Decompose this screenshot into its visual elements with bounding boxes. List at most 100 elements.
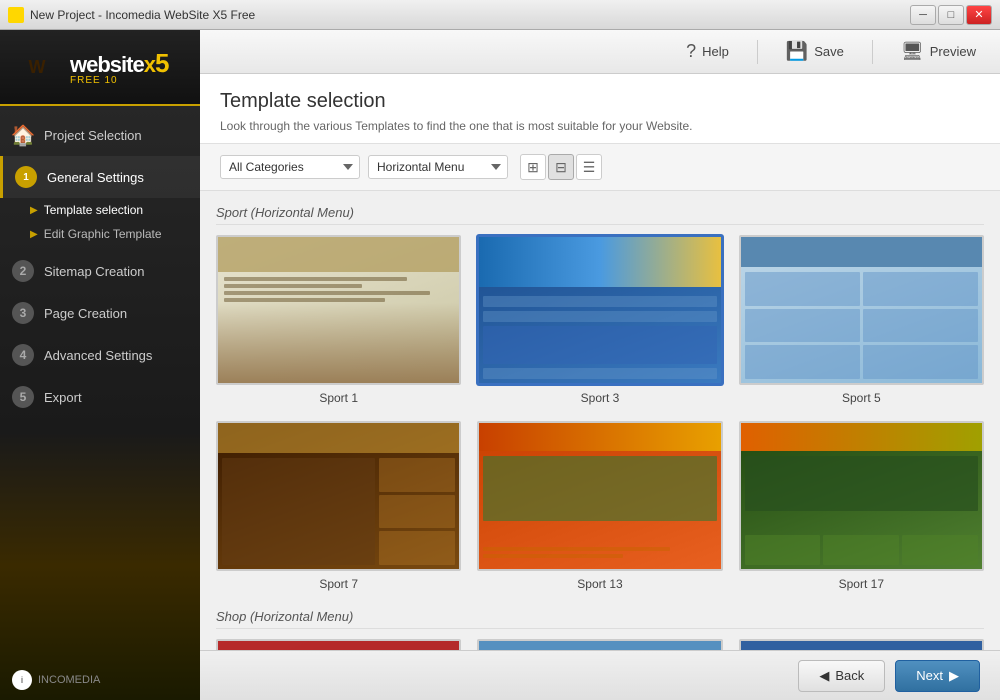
s7-side xyxy=(379,458,455,565)
content-header: Template selection Look through the vari… xyxy=(200,74,1000,144)
template-card-sport3[interactable]: Sport 3 xyxy=(477,235,722,405)
maximize-button[interactable]: □ xyxy=(938,5,964,25)
shop3-header xyxy=(741,641,982,650)
top-toolbar: ? Help 💾 Save 🖥 Preview xyxy=(200,30,1000,74)
s13-text xyxy=(483,547,716,561)
page-description: Look through the various Templates to fi… xyxy=(220,119,980,133)
logo-circle: W xyxy=(12,42,62,92)
template-thumb-shop1 xyxy=(216,639,461,650)
s13-header xyxy=(479,423,720,451)
sidebar-subitem-template-selection[interactable]: ▶ Template selection xyxy=(0,198,200,222)
help-button[interactable]: ? Help xyxy=(678,37,737,66)
general-settings-num: 1 xyxy=(15,166,37,188)
s5-cell6 xyxy=(863,345,978,379)
view-buttons: ⊞ ⊟ ☰ xyxy=(520,154,602,180)
close-button[interactable]: ✕ xyxy=(966,5,992,25)
arrow-icon: ▶ xyxy=(30,205,38,216)
thumb-inner-sport1 xyxy=(218,237,459,383)
minimize-button[interactable]: ─ xyxy=(910,5,936,25)
window-title: New Project - Incomedia WebSite X5 Free xyxy=(30,8,904,22)
sidebar-item-advanced[interactable]: 4 Advanced Settings xyxy=(0,334,200,376)
s5-cell5 xyxy=(745,345,860,379)
sidebar-label-advanced: Advanced Settings xyxy=(44,348,152,363)
view-btn-medium[interactable]: ⊟ xyxy=(548,154,574,180)
template-card-sport17[interactable]: Sport 17 xyxy=(739,421,984,591)
s7-main xyxy=(222,458,375,565)
s1-line1 xyxy=(224,277,407,281)
main-content-panel: Template selection Look through the vari… xyxy=(200,74,1000,650)
save-label: Save xyxy=(814,44,844,59)
template-card-sport1[interactable]: Sport 1 xyxy=(216,235,461,405)
sidebar-label-sitemap: Sitemap Creation xyxy=(44,264,144,279)
s17-header xyxy=(741,423,982,451)
sidebar-label-project: Project Selection xyxy=(44,128,142,143)
s5-cell1 xyxy=(745,272,860,306)
back-arrow: ◀ xyxy=(819,668,829,684)
nav-items: 🏠 Project Selection 1 General Settings ▶… xyxy=(0,106,200,660)
logo-x: x xyxy=(144,52,155,77)
s17-img xyxy=(745,456,978,511)
next-arrow: ▶ xyxy=(949,668,959,684)
s7-body xyxy=(222,458,455,565)
template-card-sport5[interactable]: Sport 5 xyxy=(739,235,984,405)
home-icon: 🏠 xyxy=(12,124,34,146)
template-name-sport1: Sport 1 xyxy=(319,391,358,405)
next-button[interactable]: Next ▶ xyxy=(895,660,980,692)
s5-cell2 xyxy=(863,272,978,306)
s7-header xyxy=(218,423,459,453)
s5-cell4 xyxy=(863,309,978,343)
sidebar-subitem-edit-graphic[interactable]: ▶ Edit Graphic Template xyxy=(0,222,200,246)
template-card-shop3[interactable]: Shop 3 xyxy=(739,639,984,650)
preview-icon: 🖥 xyxy=(901,41,924,62)
s5-cell3 xyxy=(745,309,860,343)
s13-img xyxy=(483,456,716,521)
menu-filter[interactable]: Horizontal Menu Vertical Menu Drop-down … xyxy=(368,155,508,179)
category-filter[interactable]: All Categories Sport Shop Business xyxy=(220,155,360,179)
sidebar-item-export[interactable]: 5 Export xyxy=(0,376,200,418)
preview-button[interactable]: 🖥 Preview xyxy=(893,37,984,66)
s1-img xyxy=(218,303,459,383)
thumb-inner-shop1 xyxy=(218,641,459,650)
filter-bar: All Categories Sport Shop Business Horiz… xyxy=(200,144,1000,191)
save-icon: 💾 xyxy=(786,41,808,62)
category-sport-label: Sport (Horizontal Menu) xyxy=(216,203,984,225)
view-btn-large[interactable]: ☰ xyxy=(576,154,602,180)
template-card-shop2[interactable]: Shop 2 xyxy=(477,639,722,650)
sidebar-item-general-settings[interactable]: 1 General Settings xyxy=(0,156,200,198)
s1-header xyxy=(218,237,459,272)
view-btn-small[interactable]: ⊞ xyxy=(520,154,546,180)
template-card-shop1[interactable]: Shop 1 xyxy=(216,639,461,650)
page-title: Template selection xyxy=(220,90,980,113)
sidebar-item-sitemap[interactable]: 2 Sitemap Creation xyxy=(0,250,200,292)
back-label: Back xyxy=(835,668,864,683)
template-thumb-sport3 xyxy=(477,235,722,385)
s1-line4 xyxy=(224,298,385,302)
s3-row2 xyxy=(483,311,716,322)
sidebar-item-project-selection[interactable]: 🏠 Project Selection xyxy=(0,114,200,156)
template-thumb-sport1 xyxy=(216,235,461,385)
template-card-sport13[interactable]: Sport 13 xyxy=(477,421,722,591)
incomedia-icon: i xyxy=(12,670,32,690)
s1-line3 xyxy=(224,291,430,295)
thumb-inner-sport3 xyxy=(479,237,720,383)
s7-side1 xyxy=(379,458,455,492)
incomedia-label: INCOMEDIA xyxy=(38,674,100,686)
preview-label: Preview xyxy=(930,44,976,59)
s5-grid xyxy=(745,272,978,379)
sidebar-item-page-creation[interactable]: 3 Page Creation xyxy=(0,292,200,334)
template-thumb-shop3 xyxy=(739,639,984,650)
save-button[interactable]: 💾 Save xyxy=(778,37,852,66)
s17-cell1 xyxy=(745,535,821,565)
s3-top xyxy=(479,237,720,287)
template-thumb-sport7 xyxy=(216,421,461,571)
app-body: W websitex5 FREE 10 🏠 Project Selection … xyxy=(0,30,1000,700)
title-bar: New Project - Incomedia WebSite X5 Free … xyxy=(0,0,1000,30)
back-button[interactable]: ◀ Back xyxy=(798,660,885,692)
thumb-inner-sport7 xyxy=(218,423,459,569)
next-label: Next xyxy=(916,668,943,683)
sidebar-label-export: Export xyxy=(44,390,82,405)
template-card-sport7[interactable]: Sport 7 xyxy=(216,421,461,591)
s17-cell2 xyxy=(823,535,899,565)
template-grid-sport: Sport 1 xyxy=(216,235,984,405)
s3-row1 xyxy=(483,296,716,307)
